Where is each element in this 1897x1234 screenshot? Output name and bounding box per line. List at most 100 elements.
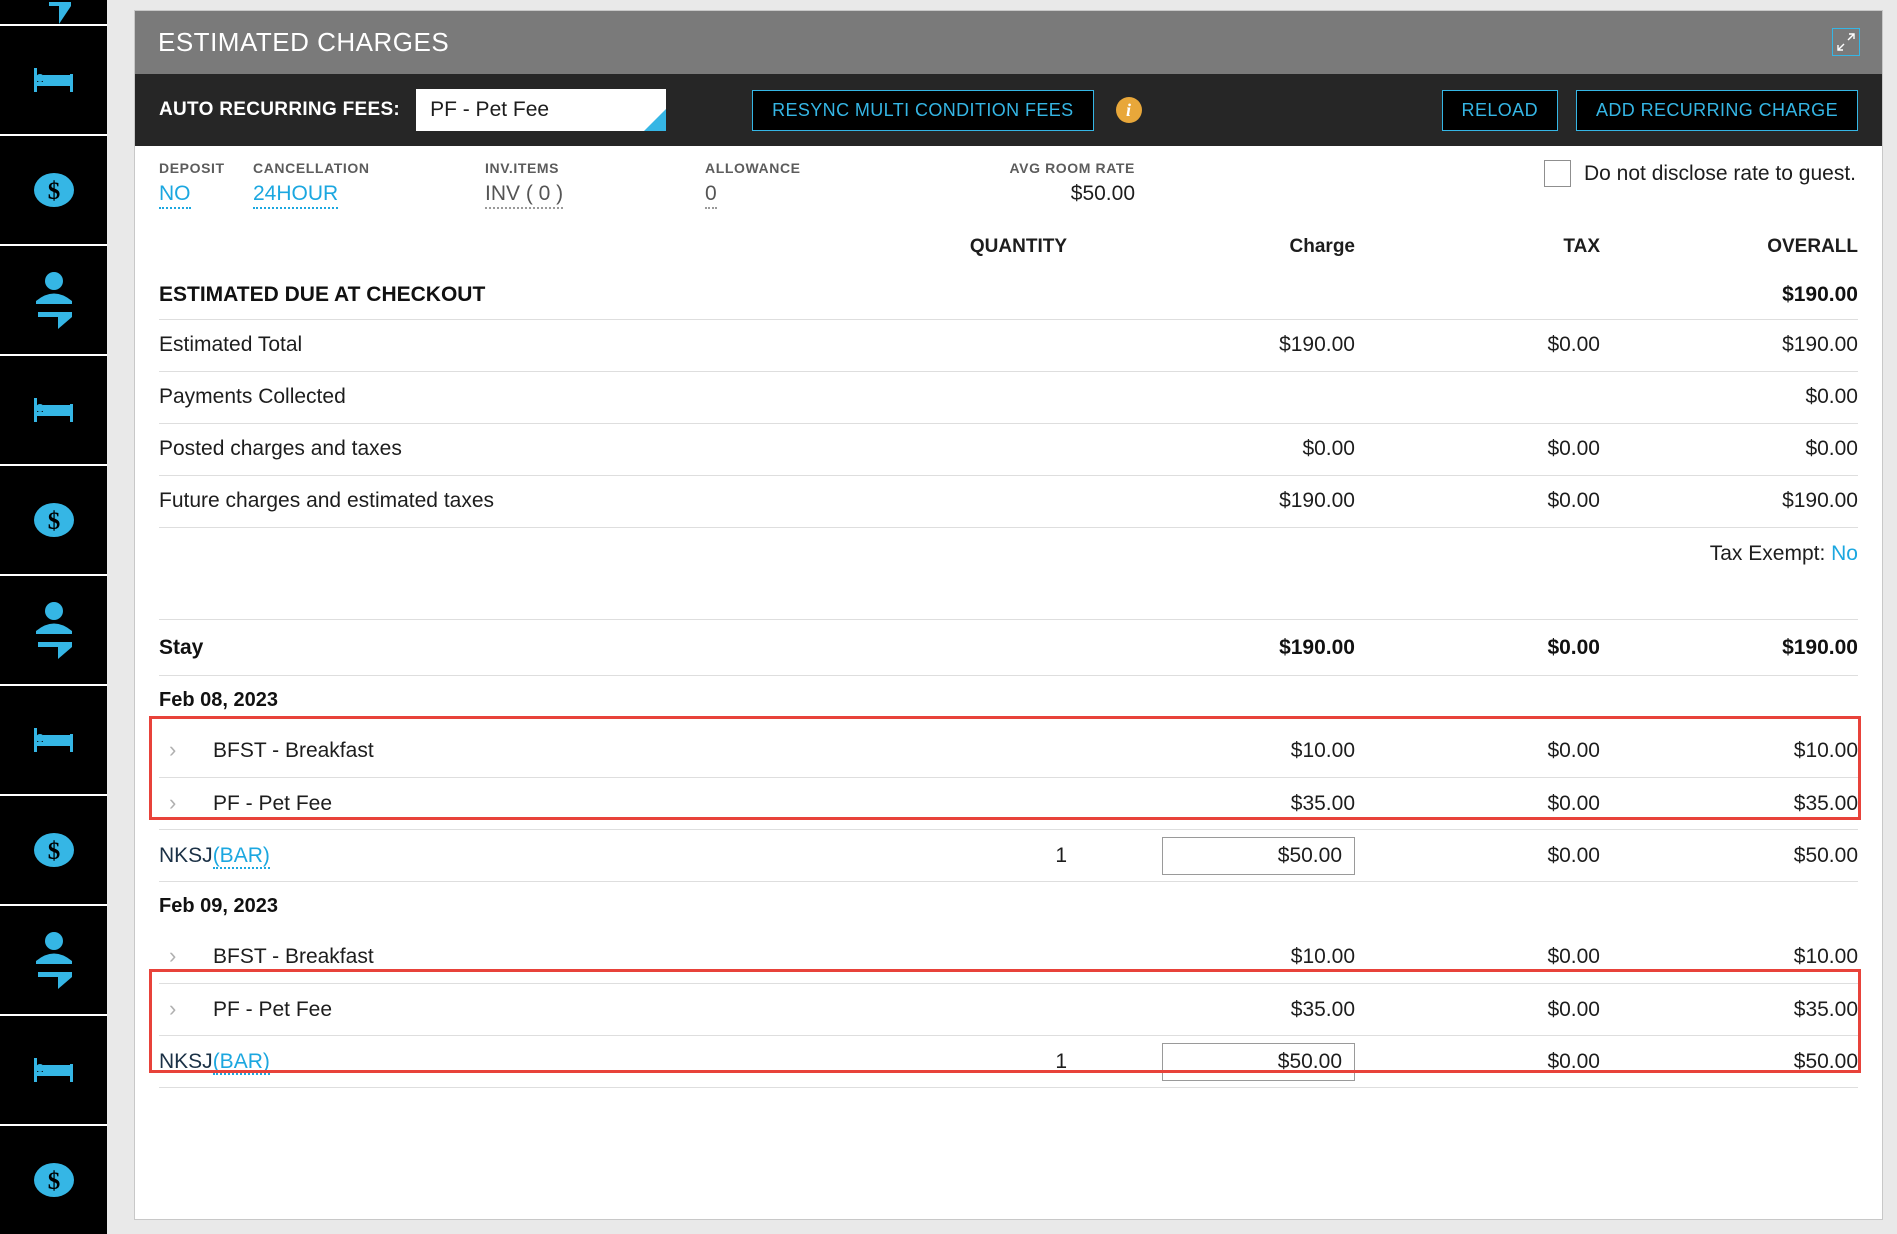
cell-charge: [1097, 371, 1355, 423]
end-cell: [159, 1088, 1858, 1142]
cell-label: ›PF - Pet Fee: [159, 778, 897, 830]
sidebar-item-speech-bubble-partial[interactable]: [0, 0, 107, 26]
row-fee-item[interactable]: ›BFST - Breakfast $10.00 $0.00 $10.00: [159, 932, 1858, 984]
add-recurring-charge-button[interactable]: ADD RECURRING CHARGE: [1576, 90, 1858, 131]
sidebar-item-guest-messages[interactable]: [0, 246, 107, 356]
col-header-overall: OVERALL: [1600, 236, 1858, 272]
row-tax-exempt: Tax Exempt: No: [159, 527, 1858, 572]
sidebar-item-guest-messages-3[interactable]: [0, 906, 107, 1016]
cell-charge: $190.00: [1097, 319, 1355, 371]
chevron-right-icon[interactable]: ›: [169, 739, 185, 761]
cell-quantity: [897, 272, 1097, 319]
sidebar-item-billing-3[interactable]: $: [0, 796, 107, 906]
chevron-right-icon[interactable]: ›: [169, 998, 185, 1020]
row-fee-item[interactable]: ›BFST - Breakfast $10.00 $0.00 $10.00: [159, 726, 1858, 778]
cell-overall: $0.00: [1600, 423, 1858, 475]
sidebar-item-room-4[interactable]: [0, 1016, 107, 1126]
auto-recurring-fees-select[interactable]: PF - Pet Fee: [416, 89, 666, 131]
tax-exempt-value[interactable]: No: [1831, 542, 1858, 565]
cell-overall: $35.00: [1600, 778, 1858, 830]
sidebar-item-billing[interactable]: $: [0, 136, 107, 246]
tax-exempt-label: Tax Exempt:: [1710, 542, 1826, 565]
bed-icon: [34, 66, 74, 94]
chevron-right-icon[interactable]: ›: [169, 945, 185, 967]
cell-label: ESTIMATED DUE AT CHECKOUT: [159, 272, 897, 319]
toolbar-right-actions: RELOAD ADD RECURRING CHARGE: [1442, 90, 1858, 131]
row-room-charge[interactable]: NKSJ(BAR) 1 $50.00 $0.00 $50.00: [159, 1036, 1858, 1088]
sidebar-item-guest-messages-2[interactable]: [0, 576, 107, 686]
reload-button[interactable]: RELOAD: [1442, 90, 1558, 131]
meta-cancellation-value[interactable]: 24HOUR: [253, 182, 485, 209]
left-icon-sidebar: $ $: [0, 0, 107, 1234]
cell-tax: $0.00: [1355, 984, 1600, 1036]
cell-quantity: [897, 319, 1097, 371]
col-header-tax: TAX: [1355, 236, 1600, 272]
resync-multi-condition-fees-button[interactable]: RESYNC MULTI CONDITION FEES: [752, 90, 1094, 131]
cell-charge: $50.00: [1097, 830, 1355, 882]
meta-avg-room-rate-value: $50.00: [1071, 182, 1135, 206]
cell-label: Posted charges and taxes: [159, 423, 897, 475]
row-room-charge[interactable]: NKSJ(BAR) 1 $50.00 $0.00 $50.00: [159, 830, 1858, 882]
sidebar-item-room-3[interactable]: [0, 686, 107, 796]
rate-plan-code[interactable]: (BAR): [213, 844, 270, 869]
collapse-arrows-icon[interactable]: [1832, 28, 1860, 56]
cell-charge: $190.00: [1097, 475, 1355, 527]
row-posted-charges-and-taxes: Posted charges and taxes $0.00 $0.00 $0.…: [159, 423, 1858, 475]
col-header-charge: Charge: [1097, 236, 1355, 272]
date-label: Feb 09, 2023: [159, 882, 1858, 932]
app-root: $ $: [0, 0, 1897, 1234]
guest-message-icon: [32, 931, 76, 989]
estimated-charges-panel: ESTIMATED CHARGES AUTO RECURRING FEES: P…: [134, 10, 1883, 1220]
fee-label: BFST - Breakfast: [213, 945, 374, 968]
rate-plan-code[interactable]: (BAR): [213, 1050, 270, 1075]
bed-icon: [34, 726, 74, 754]
row-estimated-due-at-checkout: ESTIMATED DUE AT CHECKOUT $190.00: [159, 272, 1858, 319]
room-rate-input[interactable]: $50.00: [1162, 1043, 1355, 1081]
sidebar-item-billing-4[interactable]: $: [0, 1126, 107, 1234]
row-stay-subtotal: Stay $190.00 $0.00 $190.00: [159, 620, 1858, 676]
panel-body: DEPOSIT NO CANCELLATION 24HOUR INV.ITEMS…: [135, 146, 1882, 1142]
fee-label: PF - Pet Fee: [213, 998, 332, 1021]
cell-label: › BFST - Breakfast: [159, 932, 897, 984]
sidebar-item-room-2[interactable]: [0, 356, 107, 466]
row-fee-item[interactable]: ›PF - Pet Fee $35.00 $0.00 $35.00: [159, 984, 1858, 1036]
guest-message-icon: [32, 601, 76, 659]
meta-deposit: DEPOSIT NO: [159, 160, 253, 209]
sidebar-item-billing-2[interactable]: $: [0, 466, 107, 576]
cell-quantity: [897, 371, 1097, 423]
cell-label: NKSJ(BAR): [159, 830, 897, 882]
meta-cancellation-text: 24HOUR: [253, 182, 338, 209]
dollar-circle-icon: $: [34, 170, 74, 210]
meta-inv-items-value[interactable]: INV ( 0 ): [485, 182, 705, 209]
cell-tax: $0.00: [1355, 620, 1600, 676]
sidebar-item-room[interactable]: [0, 26, 107, 136]
meta-deposit-text: NO: [159, 182, 191, 209]
room-rate-input[interactable]: $50.00: [1162, 837, 1355, 875]
info-icon[interactable]: i: [1116, 97, 1142, 123]
row-date-header: Feb 08, 2023: [159, 676, 1858, 726]
do-not-disclose-rate-checkbox[interactable]: [1544, 160, 1571, 187]
page-title: ESTIMATED CHARGES: [158, 27, 449, 58]
cell-overall: $50.00: [1600, 830, 1858, 882]
dollar-circle-icon: $: [34, 500, 74, 540]
cell-quantity: [897, 475, 1097, 527]
cell-quantity: 1: [897, 830, 1097, 882]
cell-quantity: [897, 932, 1097, 984]
chevron-right-icon[interactable]: ›: [169, 792, 185, 814]
meta-avg-room-rate: AVG ROOM RATE $50.00: [970, 160, 1135, 206]
auto-recurring-fees-value: PF - Pet Fee: [430, 98, 549, 122]
meta-deposit-value[interactable]: NO: [159, 182, 253, 209]
dollar-circle-icon: $: [34, 1160, 74, 1200]
auto-recurring-fees-label: AUTO RECURRING FEES:: [159, 99, 400, 121]
cell-overall: $190.00: [1600, 319, 1858, 371]
meta-allowance-value[interactable]: 0: [705, 182, 970, 209]
meta-cancellation: CANCELLATION 24HOUR: [253, 160, 485, 209]
cell-tax: $0.00: [1355, 319, 1600, 371]
meta-allowance: ALLOWANCE 0: [705, 160, 970, 209]
row-fee-item[interactable]: ›PF - Pet Fee $35.00 $0.00 $35.00: [159, 778, 1858, 830]
cell-label: ›BFST - Breakfast: [159, 726, 897, 778]
svg-text:$: $: [47, 1168, 60, 1195]
col-header-name: [159, 236, 897, 272]
cell-tax: $0.00: [1355, 778, 1600, 830]
room-type-code: NKSJ: [159, 1050, 213, 1073]
